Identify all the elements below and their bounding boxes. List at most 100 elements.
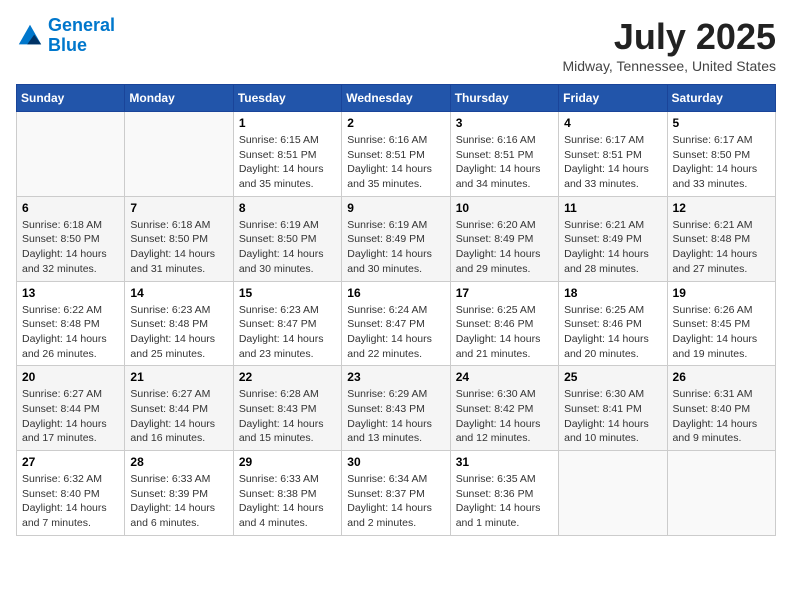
day-number: 2 bbox=[347, 116, 444, 130]
col-thursday: Thursday bbox=[450, 85, 558, 112]
day-number: 18 bbox=[564, 286, 661, 300]
day-cell bbox=[559, 451, 667, 536]
day-cell: 5 Sunrise: 6:17 AMSunset: 8:50 PMDaylight… bbox=[667, 112, 775, 197]
day-cell: 15 Sunrise: 6:23 AMSunset: 8:47 PMDayligh… bbox=[233, 281, 341, 366]
page-header: General Blue July 2025 Midway, Tennessee… bbox=[16, 16, 776, 74]
day-cell: 30Sunrise: 6:34 AMSunset: 8:37 PMDayligh… bbox=[342, 451, 450, 536]
logo-line1: General bbox=[48, 15, 115, 35]
day-number: 11 bbox=[564, 201, 661, 215]
day-number: 24 bbox=[456, 370, 553, 384]
day-cell: 27 Sunrise: 6:32 AMSunset: 8:40 PMDayligh… bbox=[17, 451, 125, 536]
day-cell: 29Sunrise: 6:33 AMSunset: 8:38 PMDayligh… bbox=[233, 451, 341, 536]
logo: General Blue bbox=[16, 16, 115, 56]
calendar-table: Sunday Monday Tuesday Wednesday Thursday… bbox=[16, 84, 776, 536]
day-info: Sunrise: 6:20 AMSunset: 8:49 PMDaylight:… bbox=[456, 218, 553, 277]
day-number: 27 bbox=[22, 455, 119, 469]
day-cell: 19 Sunrise: 6:26 AMSunset: 8:45 PMDayligh… bbox=[667, 281, 775, 366]
day-cell: 26 Sunrise: 6:31 AMSunset: 8:40 PMDayligh… bbox=[667, 366, 775, 451]
day-info: Sunrise: 6:21 AMSunset: 8:49 PMDaylight:… bbox=[564, 218, 661, 277]
day-info: Sunrise: 6:30 AMSunset: 8:42 PMDaylight:… bbox=[456, 387, 553, 446]
col-saturday: Saturday bbox=[667, 85, 775, 112]
day-number: 29 bbox=[239, 455, 336, 469]
day-cell: 4 Sunrise: 6:17 AMSunset: 8:51 PMDaylight… bbox=[559, 112, 667, 197]
day-cell: 22Sunrise: 6:28 AMSunset: 8:43 PMDayligh… bbox=[233, 366, 341, 451]
day-cell bbox=[667, 451, 775, 536]
location: Midway, Tennessee, United States bbox=[563, 58, 777, 74]
day-info: Sunrise: 6:16 AMSunset: 8:51 PMDaylight:… bbox=[347, 133, 444, 192]
day-cell: 10Sunrise: 6:20 AMSunset: 8:49 PMDayligh… bbox=[450, 196, 558, 281]
day-number: 1 bbox=[239, 116, 336, 130]
day-info: Sunrise: 6:35 AMSunset: 8:36 PMDaylight:… bbox=[456, 472, 553, 531]
day-cell: 2 Sunrise: 6:16 AMSunset: 8:51 PMDaylight… bbox=[342, 112, 450, 197]
day-info: Sunrise: 6:30 AMSunset: 8:41 PMDaylight:… bbox=[564, 387, 661, 446]
month-title: July 2025 bbox=[563, 16, 777, 58]
day-cell: 28 Sunrise: 6:33 AMSunset: 8:39 PMDayligh… bbox=[125, 451, 233, 536]
day-info: Sunrise: 6:26 AMSunset: 8:45 PMDaylight:… bbox=[673, 303, 770, 362]
day-info: Sunrise: 6:17 AMSunset: 8:50 PMDaylight:… bbox=[673, 133, 770, 192]
day-info: Sunrise: 6:27 AMSunset: 8:44 PMDaylight:… bbox=[22, 387, 119, 446]
logo-line2: Blue bbox=[48, 35, 87, 55]
day-info: Sunrise: 6:31 AMSunset: 8:40 PMDaylight:… bbox=[673, 387, 770, 446]
day-number: 4 bbox=[564, 116, 661, 130]
calendar-header: Sunday Monday Tuesday Wednesday Thursday… bbox=[17, 85, 776, 112]
day-info: Sunrise: 6:16 AMSunset: 8:51 PMDaylight:… bbox=[456, 133, 553, 192]
day-cell: 1 Sunrise: 6:15 AMSunset: 8:51 PMDaylight… bbox=[233, 112, 341, 197]
day-number: 12 bbox=[673, 201, 770, 215]
day-number: 19 bbox=[673, 286, 770, 300]
col-sunday: Sunday bbox=[17, 85, 125, 112]
day-number: 5 bbox=[673, 116, 770, 130]
calendar-body: 1 Sunrise: 6:15 AMSunset: 8:51 PMDaylight… bbox=[17, 112, 776, 536]
day-info: Sunrise: 6:28 AMSunset: 8:43 PMDaylight:… bbox=[239, 387, 336, 446]
day-number: 17 bbox=[456, 286, 553, 300]
day-info: Sunrise: 6:19 AMSunset: 8:50 PMDaylight:… bbox=[239, 218, 336, 277]
day-number: 9 bbox=[347, 201, 444, 215]
day-number: 25 bbox=[564, 370, 661, 384]
day-cell: 31 Sunrise: 6:35 AMSunset: 8:36 PMDayligh… bbox=[450, 451, 558, 536]
day-number: 26 bbox=[673, 370, 770, 384]
day-cell: 6 Sunrise: 6:18 AMSunset: 8:50 PMDaylight… bbox=[17, 196, 125, 281]
col-wednesday: Wednesday bbox=[342, 85, 450, 112]
day-info: Sunrise: 6:15 AMSunset: 8:51 PMDaylight:… bbox=[239, 133, 336, 192]
day-info: Sunrise: 6:34 AMSunset: 8:37 PMDaylight:… bbox=[347, 472, 444, 531]
day-info: Sunrise: 6:32 AMSunset: 8:40 PMDaylight:… bbox=[22, 472, 119, 531]
day-number: 28 bbox=[130, 455, 227, 469]
day-cell: 18 Sunrise: 6:25 AMSunset: 8:46 PMDayligh… bbox=[559, 281, 667, 366]
day-number: 13 bbox=[22, 286, 119, 300]
day-number: 6 bbox=[22, 201, 119, 215]
day-info: Sunrise: 6:22 AMSunset: 8:48 PMDaylight:… bbox=[22, 303, 119, 362]
week-row-1: 1 Sunrise: 6:15 AMSunset: 8:51 PMDaylight… bbox=[17, 112, 776, 197]
day-info: Sunrise: 6:33 AMSunset: 8:39 PMDaylight:… bbox=[130, 472, 227, 531]
day-info: Sunrise: 6:18 AMSunset: 8:50 PMDaylight:… bbox=[22, 218, 119, 277]
day-cell bbox=[17, 112, 125, 197]
day-cell: 21Sunrise: 6:27 AMSunset: 8:44 PMDayligh… bbox=[125, 366, 233, 451]
col-tuesday: Tuesday bbox=[233, 85, 341, 112]
day-info: Sunrise: 6:24 AMSunset: 8:47 PMDaylight:… bbox=[347, 303, 444, 362]
day-info: Sunrise: 6:17 AMSunset: 8:51 PMDaylight:… bbox=[564, 133, 661, 192]
day-cell: 3 Sunrise: 6:16 AMSunset: 8:51 PMDaylight… bbox=[450, 112, 558, 197]
day-info: Sunrise: 6:18 AMSunset: 8:50 PMDaylight:… bbox=[130, 218, 227, 277]
week-row-2: 6 Sunrise: 6:18 AMSunset: 8:50 PMDaylight… bbox=[17, 196, 776, 281]
day-info: Sunrise: 6:29 AMSunset: 8:43 PMDaylight:… bbox=[347, 387, 444, 446]
day-cell: 11 Sunrise: 6:21 AMSunset: 8:49 PMDayligh… bbox=[559, 196, 667, 281]
day-cell: 16 Sunrise: 6:24 AMSunset: 8:47 PMDayligh… bbox=[342, 281, 450, 366]
day-cell bbox=[125, 112, 233, 197]
day-number: 15 bbox=[239, 286, 336, 300]
day-info: Sunrise: 6:21 AMSunset: 8:48 PMDaylight:… bbox=[673, 218, 770, 277]
day-info: Sunrise: 6:25 AMSunset: 8:46 PMDaylight:… bbox=[564, 303, 661, 362]
day-cell: 17Sunrise: 6:25 AMSunset: 8:46 PMDayligh… bbox=[450, 281, 558, 366]
day-info: Sunrise: 6:23 AMSunset: 8:47 PMDaylight:… bbox=[239, 303, 336, 362]
day-cell: 14Sunrise: 6:23 AMSunset: 8:48 PMDayligh… bbox=[125, 281, 233, 366]
day-number: 31 bbox=[456, 455, 553, 469]
day-number: 7 bbox=[130, 201, 227, 215]
day-number: 20 bbox=[22, 370, 119, 384]
day-cell: 7 Sunrise: 6:18 AMSunset: 8:50 PMDaylight… bbox=[125, 196, 233, 281]
logo-text: General Blue bbox=[48, 16, 115, 56]
day-number: 16 bbox=[347, 286, 444, 300]
day-number: 23 bbox=[347, 370, 444, 384]
day-cell: 24 Sunrise: 6:30 AMSunset: 8:42 PMDayligh… bbox=[450, 366, 558, 451]
day-number: 3 bbox=[456, 116, 553, 130]
day-cell: 23 Sunrise: 6:29 AMSunset: 8:43 PMDayligh… bbox=[342, 366, 450, 451]
col-friday: Friday bbox=[559, 85, 667, 112]
day-cell: 20 Sunrise: 6:27 AMSunset: 8:44 PMDayligh… bbox=[17, 366, 125, 451]
day-info: Sunrise: 6:19 AMSunset: 8:49 PMDaylight:… bbox=[347, 218, 444, 277]
